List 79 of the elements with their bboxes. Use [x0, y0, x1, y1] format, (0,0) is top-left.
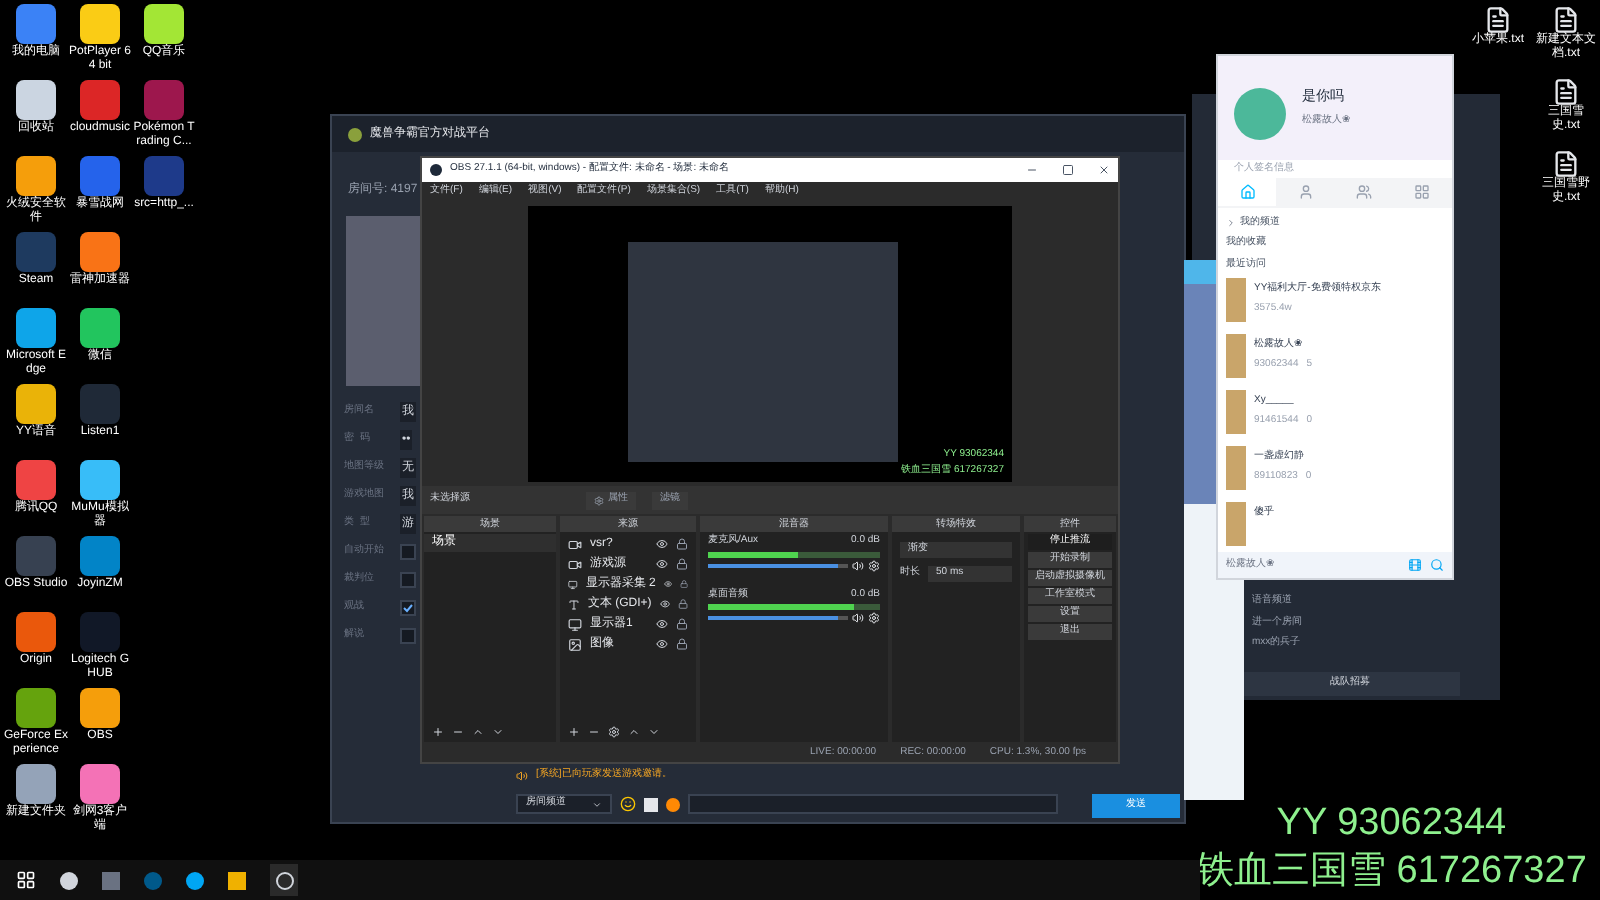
channel-thumbnail: [1226, 278, 1246, 323]
text-file-icon[interactable]: [1552, 78, 1580, 106]
lock-icon[interactable]: [676, 538, 688, 550]
add-icon[interactable]: [432, 726, 444, 738]
channel-thumbnail: [1226, 334, 1246, 379]
app-icon[interactable]: [16, 384, 56, 424]
app-icon[interactable]: [16, 612, 56, 652]
app-icon[interactable]: [144, 4, 184, 44]
app-icon[interactable]: [80, 688, 120, 728]
app-icon[interactable]: [80, 4, 120, 44]
eye-icon[interactable]: [656, 558, 668, 570]
people-icon: [1356, 183, 1373, 200]
gear-icon[interactable]: [868, 559, 880, 571]
app-icon[interactable]: [80, 308, 120, 348]
add-icon[interactable]: [568, 726, 580, 738]
lock-icon[interactable]: [679, 578, 688, 590]
eye-icon[interactable]: [656, 618, 668, 630]
speaker-icon: [516, 769, 528, 782]
grid-icon: [1414, 183, 1431, 200]
app-logo-icon: [348, 127, 362, 141]
lock-icon[interactable]: [676, 618, 688, 630]
app-icon[interactable]: [16, 308, 56, 348]
text-file-icon[interactable]: [1552, 150, 1580, 178]
text-file-icon[interactable]: [1484, 6, 1512, 34]
up-icon[interactable]: [628, 726, 640, 738]
emoji-icon[interactable]: [620, 796, 636, 812]
monitor-icon: [568, 617, 582, 631]
app-icon[interactable]: [60, 871, 78, 889]
chevron-icon: [1226, 217, 1236, 228]
maximize-icon[interactable]: [1062, 164, 1074, 176]
lock-icon[interactable]: [676, 638, 688, 650]
app-icon[interactable]: [16, 4, 56, 44]
overlay-text: YY 93062344: [1276, 800, 1507, 848]
channel-thumbnail: [1226, 390, 1246, 435]
eye-icon[interactable]: [656, 638, 668, 650]
up-icon[interactable]: [472, 726, 484, 738]
checkbox[interactable]: [400, 600, 416, 616]
channel-thumbnail: [1226, 446, 1246, 491]
remove-icon[interactable]: [452, 726, 464, 738]
caret-icon: [592, 799, 602, 809]
check-icon: [402, 602, 414, 614]
remove-icon[interactable]: [588, 726, 600, 738]
obs-logo-icon: [430, 164, 442, 176]
person-icon: [1297, 183, 1314, 200]
app-icon[interactable]: [16, 80, 56, 120]
down-icon[interactable]: [492, 726, 504, 738]
close-icon[interactable]: [1098, 164, 1110, 176]
eye-icon[interactable]: [656, 538, 668, 550]
camera-icon: [568, 537, 582, 551]
app-icon[interactable]: [80, 232, 120, 272]
text-icon: [568, 597, 580, 611]
windows-start-icon[interactable]: [16, 870, 36, 890]
panel-tab[interactable]: [1393, 177, 1452, 206]
checkbox[interactable]: [400, 544, 416, 560]
speaker-icon[interactable]: [852, 559, 864, 571]
lock-icon[interactable]: [677, 598, 689, 610]
gear-icon: [594, 495, 604, 505]
checkbox[interactable]: [400, 572, 416, 588]
camera-icon: [568, 557, 582, 571]
speaker-icon[interactable]: [852, 612, 864, 624]
home-icon: [1239, 183, 1256, 200]
text-file-icon[interactable]: [1552, 6, 1580, 34]
channel-thumbnail: [1226, 502, 1246, 547]
app-icon[interactable]: [80, 764, 120, 804]
avatar: [1234, 88, 1286, 140]
gear-icon[interactable]: [868, 612, 880, 624]
eye-icon[interactable]: [659, 598, 670, 610]
obs-icon[interactable]: [270, 864, 298, 896]
lock-icon[interactable]: [676, 558, 688, 570]
chat-input[interactable]: [688, 794, 1058, 814]
app-icon[interactable]: [80, 460, 120, 500]
app-icon[interactable]: [16, 156, 56, 196]
app-icon[interactable]: [16, 764, 56, 804]
checkbox[interactable]: [400, 628, 416, 644]
monitor-icon: [568, 577, 578, 591]
gear-icon[interactable]: [608, 726, 620, 738]
down-icon[interactable]: [648, 726, 660, 738]
app-icon[interactable]: [16, 688, 56, 728]
eye-icon[interactable]: [663, 578, 672, 590]
